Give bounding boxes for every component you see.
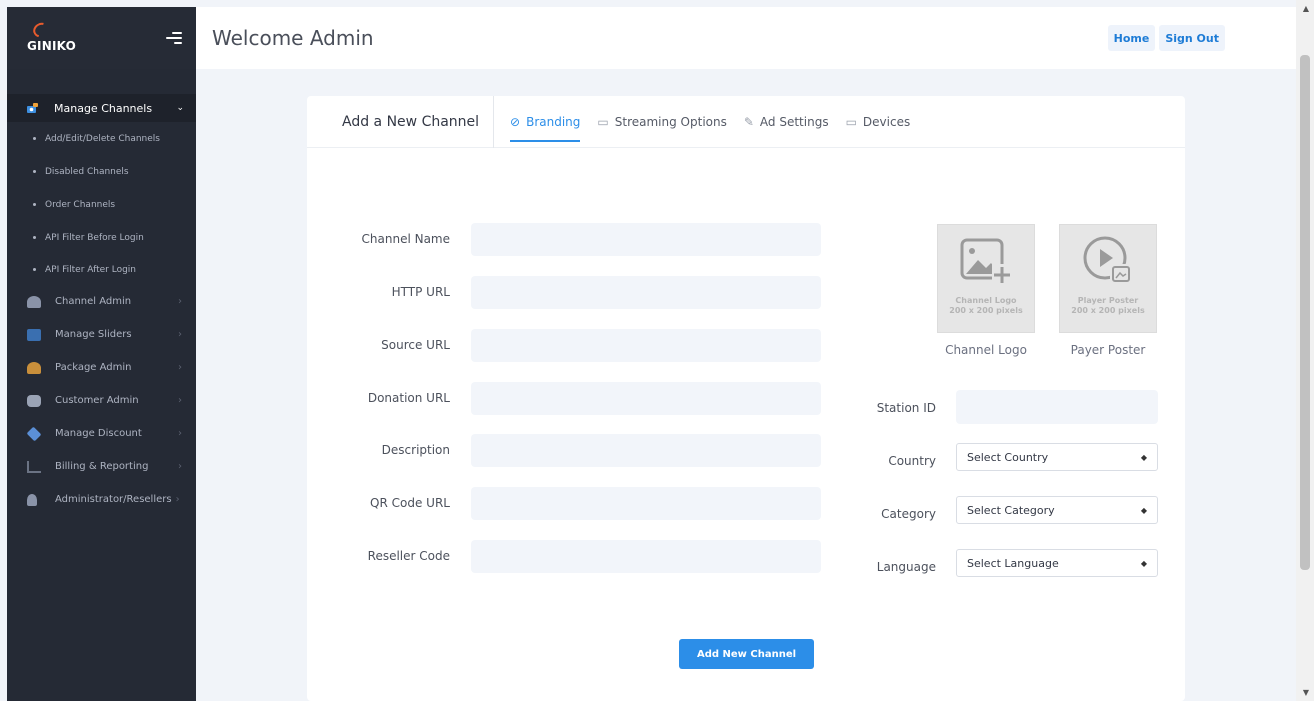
chart-icon (27, 460, 41, 473)
bullet-icon (33, 170, 36, 173)
megaphone-icon: ✎ (743, 114, 754, 129)
qr-code-url-label: QR Code URL (370, 496, 450, 510)
sidebar-item-administrator-resellers[interactable]: Administrator/Resellers › (7, 483, 196, 516)
sidebar-item-customer-admin[interactable]: Customer Admin › (7, 384, 196, 417)
tab-ad-settings[interactable]: ✎ Ad Settings (744, 96, 829, 148)
select-arrows-icon: ◆ (1140, 505, 1147, 515)
brand-name: GINIKO (27, 39, 76, 53)
add-video-icon (1083, 236, 1132, 284)
add-image-icon (960, 238, 1012, 284)
sidebar-subitem-order-channels[interactable]: Order Channels (7, 188, 196, 221)
sidebar-item-channel-admin[interactable]: Channel Admin › (7, 285, 196, 318)
channel-name-label: Channel Name (361, 232, 450, 246)
tab-devices[interactable]: ▭ Devices (846, 96, 911, 148)
sidebar-item-package-admin[interactable]: Package Admin › (7, 351, 196, 384)
menu-toggle-icon[interactable] (166, 32, 182, 44)
chevron-right-icon: › (178, 329, 182, 340)
page-scrollbar[interactable]: ▲ ▼ (1296, 0, 1314, 701)
select-arrows-icon: ◆ (1140, 452, 1147, 462)
sidebar-item-label: Manage Channels (54, 101, 153, 115)
category-label: Category (881, 507, 936, 521)
channel-logo-label: Channel Logo (945, 343, 1027, 357)
qr-code-url-input[interactable] (471, 487, 821, 520)
select-arrows-icon: ◆ (1140, 558, 1147, 568)
top-actions: Home Sign Out (1107, 25, 1225, 51)
add-new-channel-button[interactable]: Add New Channel (679, 639, 814, 669)
http-url-label: HTTP URL (391, 285, 450, 299)
page-title: Welcome Admin (212, 26, 374, 50)
top-bar: Welcome Admin Home Sign Out (196, 7, 1296, 69)
station-id-label: Station ID (876, 401, 936, 415)
chevron-right-icon: › (178, 362, 182, 373)
sidebar: GINIKO Manage Channels ⌄ Add/Edit/Delete… (7, 7, 196, 701)
sign-out-button[interactable]: Sign Out (1159, 25, 1225, 51)
card-title: Add a New Channel (342, 95, 495, 148)
chevron-right-icon: › (178, 428, 182, 439)
tab-streaming-options[interactable]: ▭ Streaming Options (597, 96, 726, 148)
description-label: Description (381, 443, 450, 457)
cast-icon: ▭ (597, 114, 609, 129)
tag-icon: ⊘ (510, 114, 521, 129)
language-select[interactable]: Select Language ◆ (956, 549, 1158, 577)
donation-url-label: Donation URL (367, 391, 450, 405)
description-input[interactable] (471, 434, 821, 467)
category-select[interactable]: Select Category ◆ (956, 496, 1158, 524)
sidebar-menu: Manage Channels ⌄ Add/Edit/Delete Channe… (7, 69, 196, 516)
country-select[interactable]: Select Country ◆ (956, 443, 1158, 471)
customers-icon (27, 394, 41, 407)
sidebar-item-billing-reporting[interactable]: Billing & Reporting › (7, 450, 196, 483)
source-url-input[interactable] (471, 329, 821, 362)
sidebar-subitem-api-filter-after[interactable]: API Filter After Login (7, 254, 196, 285)
bullet-icon (33, 203, 36, 206)
sidebar-subitem-api-filter-before[interactable]: API Filter Before Login (7, 221, 196, 254)
slider-icon (27, 328, 41, 341)
chevron-down-icon: ⌄ (176, 103, 184, 113)
add-channel-card: Add a New Channel ⊘ Branding ▭ Streaming… (307, 95, 1185, 701)
chevron-right-icon: › (178, 395, 182, 406)
source-url-label: Source URL (381, 338, 450, 352)
reseller-code-input[interactable] (471, 540, 821, 573)
tab-branding[interactable]: ⊘ Branding (510, 96, 581, 148)
language-label: Language (876, 560, 936, 574)
chevron-right-icon: › (175, 494, 180, 505)
package-icon (27, 361, 41, 374)
player-poster-label: Payer Poster (1070, 343, 1146, 357)
scroll-up-icon[interactable]: ▲ (1303, 4, 1309, 13)
scroll-down-icon[interactable]: ▼ (1303, 688, 1309, 697)
sidebar-item-manage-sliders[interactable]: Manage Sliders › (7, 318, 196, 351)
devices-icon: ▭ (845, 114, 857, 129)
channel-name-input[interactable] (471, 223, 821, 256)
channels-icon (27, 103, 38, 113)
home-button[interactable]: Home (1107, 25, 1156, 51)
player-poster-upload[interactable]: Player Poster 200 x 200 pixels (1059, 224, 1157, 333)
discount-icon (26, 426, 42, 441)
sidebar-item-manage-discount[interactable]: Manage Discount › (7, 417, 196, 450)
country-label: Country (888, 454, 936, 468)
sidebar-subitem-add-edit-delete[interactable]: Add/Edit/Delete Channels (7, 122, 196, 155)
bullet-icon (33, 236, 36, 239)
http-url-input[interactable] (471, 276, 821, 309)
bullet-icon (33, 268, 36, 271)
station-id-input[interactable] (956, 390, 1158, 424)
channel-logo-caption: Channel Logo 200 x 200 pixels (949, 296, 1023, 315)
reseller-code-label: Reseller Code (367, 549, 450, 563)
sidebar-subitem-disabled-channels[interactable]: Disabled Channels (7, 155, 196, 188)
chevron-right-icon: › (178, 296, 182, 307)
brand-bar: GINIKO (7, 7, 196, 69)
logo-swirl-icon (30, 19, 52, 41)
player-poster-caption: Player Poster 200 x 200 pixels (1071, 296, 1145, 315)
brand-logo[interactable]: GINIKO (27, 19, 76, 53)
admin-icon (27, 493, 37, 506)
donation-url-input[interactable] (471, 382, 821, 415)
chevron-right-icon: › (178, 461, 182, 472)
scroll-thumb[interactable] (1300, 55, 1310, 570)
sidebar-item-manage-channels[interactable]: Manage Channels ⌄ (7, 94, 196, 122)
card-header: Add a New Channel ⊘ Branding ▭ Streaming… (307, 95, 1185, 148)
channel-logo-upload[interactable]: Channel Logo 200 x 200 pixels (937, 224, 1035, 333)
users-icon (27, 295, 41, 308)
bullet-icon (33, 137, 36, 140)
tab-bar: ⊘ Branding ▭ Streaming Options ✎ Ad Sett… (510, 96, 927, 148)
